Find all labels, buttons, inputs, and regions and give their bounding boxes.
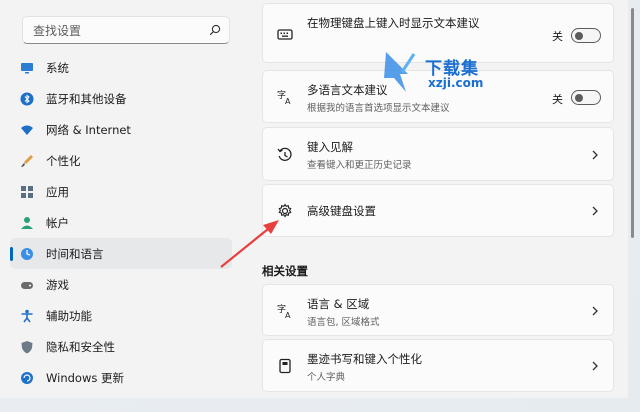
language-icon: 字 A	[277, 303, 291, 319]
card-title: 多语言文本建议	[307, 83, 388, 97]
multilingual-suggestions-toggle[interactable]	[571, 90, 601, 105]
sidebar-item-label: Windows 更新	[46, 370, 124, 385]
annotation-arrow-icon	[220, 220, 279, 268]
sidebar-item-label: 系统	[46, 60, 69, 75]
shield-icon	[21, 340, 33, 353]
gamepad-icon	[21, 281, 33, 289]
card-title: 墨迹书写和键入个性化	[307, 352, 422, 366]
apps-icon	[21, 185, 33, 198]
globe-clock-icon	[21, 247, 33, 260]
card-title: 在物理键盘上键入时显示文本建议	[307, 16, 480, 30]
sidebar-item-label: 帐户	[46, 215, 69, 230]
sidebar-item-label: 网络 & Internet	[46, 122, 131, 137]
sidebar-item-label: 游戏	[46, 277, 69, 292]
svg-text:A: A	[285, 97, 291, 105]
card-subtitle: 根据我的语言首选项显示文本建议	[307, 103, 450, 114]
card-pen-typing-personalization[interactable]: 墨迹书写和键入个性化 个人字典	[262, 339, 614, 392]
wifi-icon	[21, 125, 33, 135]
bluetooth-icon	[20, 92, 34, 105]
sidebar-item-label: 蓝牙和其他设备	[46, 91, 127, 106]
scrollbar[interactable]	[631, 8, 634, 238]
toggle-state-label: 关	[552, 93, 563, 106]
card-typing-insights[interactable]: 键入见解 查看键入和更正历史记录	[262, 127, 614, 181]
sidebar-item-privacy[interactable]: 隐私和安全性	[10, 331, 232, 362]
sidebar-nav: 系统 蓝牙和其他设备 网络 & Internet 个性化 应用 帐户 时间和语言…	[10, 52, 232, 393]
settings-window: 系统 蓝牙和其他设备 网络 & Internet 个性化	[0, 0, 628, 398]
svg-text:A: A	[285, 311, 291, 319]
card-title: 高级键盘设置	[307, 204, 376, 218]
card-title: 键入见解	[307, 140, 353, 154]
chevron-right-icon	[592, 306, 598, 316]
brush-icon	[21, 154, 33, 167]
notebook-icon	[279, 358, 291, 374]
physical-keyboard-suggestions-toggle[interactable]	[571, 28, 601, 43]
card-subtitle: 个人字典	[307, 372, 346, 383]
history-icon	[277, 147, 292, 161]
sidebar-item-apps[interactable]: 应用	[10, 176, 232, 207]
watermark-url: xzji.com	[428, 76, 484, 90]
sidebar-item-gaming[interactable]: 游戏	[10, 269, 232, 300]
sidebar-item-label: 应用	[46, 184, 69, 199]
card-subtitle: 查看键入和更正历史记录	[307, 160, 412, 171]
toggle-state-label: 关	[552, 30, 563, 43]
language-icon: 字 A	[277, 89, 291, 105]
sidebar-item-system[interactable]: 系统	[10, 52, 232, 83]
chevron-right-icon	[592, 206, 598, 216]
monitor-icon	[21, 62, 33, 73]
sidebar-item-personalization[interactable]: 个性化	[10, 145, 232, 176]
search-box[interactable]	[22, 16, 230, 44]
sidebar-item-accounts[interactable]: 帐户	[10, 207, 232, 238]
sidebar-item-bluetooth[interactable]: 蓝牙和其他设备	[10, 83, 232, 114]
accessibility-icon	[21, 309, 33, 322]
search-icon[interactable]	[209, 24, 221, 36]
sidebar-item-time-language[interactable]: 时间和语言	[10, 238, 232, 269]
chevron-right-icon	[592, 361, 598, 371]
keyboard-icon	[277, 29, 293, 40]
chevron-right-icon	[592, 150, 598, 160]
sidebar-item-label: 辅助功能	[46, 308, 92, 323]
sidebar-item-label: 时间和语言	[46, 246, 104, 261]
card-title: 语言 & 区域	[307, 297, 370, 311]
sidebar-item-network[interactable]: 网络 & Internet	[10, 114, 232, 145]
sidebar-item-label: 隐私和安全性	[46, 339, 115, 354]
sidebar-item-accessibility[interactable]: 辅助功能	[10, 300, 232, 331]
search-input[interactable]	[31, 21, 205, 41]
person-icon	[21, 216, 33, 229]
card-advanced-keyboard-settings[interactable]: 高级键盘设置	[262, 184, 614, 237]
sidebar-item-label: 个性化	[46, 153, 81, 168]
sidebar-item-windows-update[interactable]: Windows 更新	[10, 362, 232, 393]
card-language-region[interactable]: 字 A 语言 & 区域 语言包, 区域格式	[262, 284, 614, 336]
card-subtitle: 语言包, 区域格式	[307, 317, 380, 328]
update-icon	[21, 371, 33, 384]
